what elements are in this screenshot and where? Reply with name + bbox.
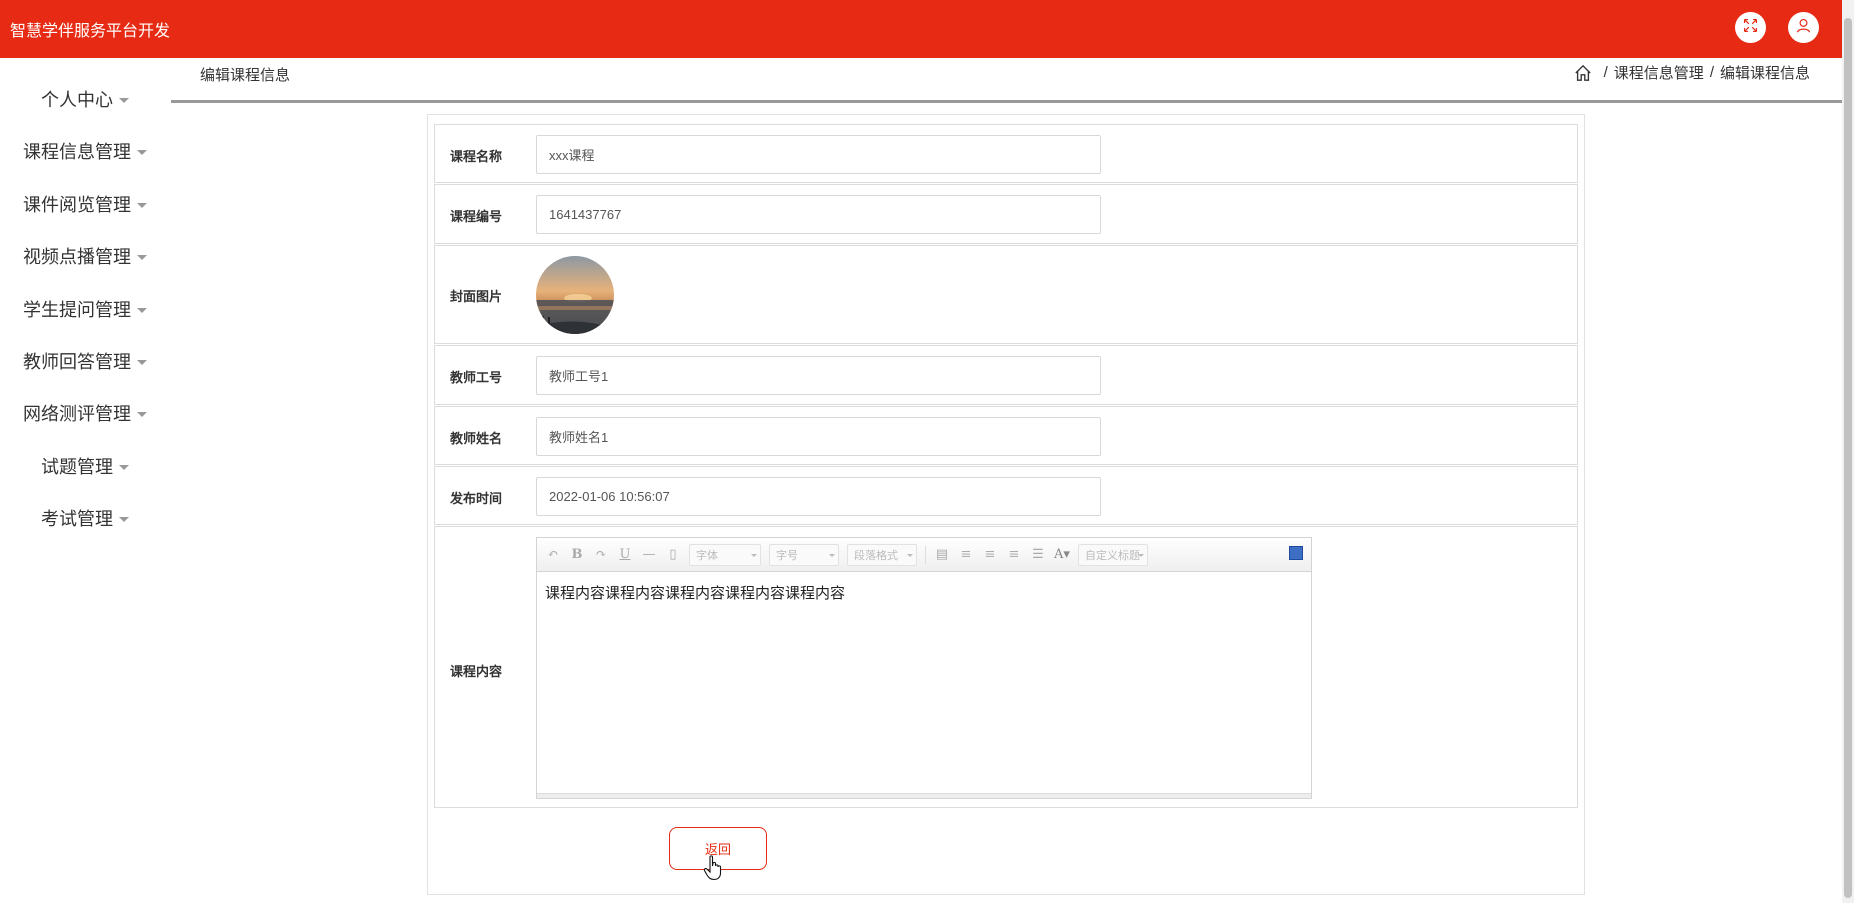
sidebar-item-label: 学生提问管理 xyxy=(23,300,131,320)
align-justify-icon[interactable]: ☰ xyxy=(1030,547,1046,562)
chevron-down-icon xyxy=(137,254,147,260)
sidebar-item-label: 教师回答管理 xyxy=(23,352,131,372)
breadcrumb-item-course-info[interactable]: 课程信息管理 xyxy=(1614,62,1704,83)
horizontal-rule-icon[interactable]: — xyxy=(641,547,657,562)
teacher-id-input[interactable] xyxy=(536,356,1101,395)
paste-icon[interactable]: ▯ xyxy=(665,547,681,562)
sidebar-item-video[interactable]: 视频点播管理 xyxy=(0,236,170,276)
teacher-id-label: 教师工号 xyxy=(450,370,503,385)
chevron-down-icon xyxy=(137,411,147,417)
course-edit-form: 课程名称 课程编号 封面图片 xyxy=(427,114,1585,895)
sidebar-item-label: 课件阅览管理 xyxy=(23,195,131,215)
table-icon[interactable]: ▤ xyxy=(934,547,950,562)
form-row-course-name: 课程名称 xyxy=(434,124,1578,183)
toolbar-divider xyxy=(925,545,926,564)
font-color-icon[interactable]: A▾ xyxy=(1054,547,1070,562)
sidebar-item-teacher-answers[interactable]: 教师回答管理 xyxy=(0,341,170,381)
cover-image[interactable] xyxy=(536,256,614,334)
form-row-teacher-name: 教师姓名 xyxy=(434,406,1578,465)
font-family-label: 字体 xyxy=(696,549,718,562)
sidebar-item-exams[interactable]: 考试管理 xyxy=(0,498,170,538)
sidebar-item-student-questions[interactable]: 学生提问管理 xyxy=(0,289,170,329)
editor-status-bar xyxy=(537,793,1311,798)
sidebar-item-label: 试题管理 xyxy=(41,457,113,477)
publish-time-label: 发布时间 xyxy=(450,491,503,506)
scrollbar-thumb[interactable] xyxy=(1844,18,1852,898)
app-title: 智慧学伴服务平台开发 xyxy=(10,23,171,40)
sidebar-item-label: 视频点播管理 xyxy=(23,247,131,267)
breadcrumb: / 课程信息管理 / 编辑课程信息 xyxy=(1574,62,1810,83)
home-icon[interactable] xyxy=(1574,64,1592,82)
page-title: 编辑课程信息 xyxy=(200,67,291,84)
custom-title-select[interactable]: 自定义标题 xyxy=(1078,543,1148,566)
underline-icon[interactable]: U xyxy=(617,547,633,562)
chevron-down-icon xyxy=(119,97,129,103)
bold-icon[interactable]: B xyxy=(569,547,585,562)
editor-toolbar: ↶ B ↷ U — ▯ 字体 字号 段落格式 ▤ ≡ ≡ ≡ ☰ A▾ 自定义标… xyxy=(537,538,1311,572)
course-name-input[interactable] xyxy=(536,135,1101,174)
form-row-course-code: 课程编号 xyxy=(434,184,1578,244)
paragraph-format-select[interactable]: 段落格式 xyxy=(847,543,917,566)
fullscreen-icon[interactable] xyxy=(1289,546,1303,560)
user-icon xyxy=(1795,17,1812,39)
sidebar-item-label: 网络测评管理 xyxy=(23,404,131,424)
sidebar-item-course-info[interactable]: 课程信息管理 xyxy=(0,131,170,171)
chevron-down-icon xyxy=(137,307,147,313)
course-code-label: 课程编号 xyxy=(450,209,503,224)
sidebar-item-courseware[interactable]: 课件阅览管理 xyxy=(0,184,170,224)
cover-label: 封面图片 xyxy=(450,289,503,304)
form-row-cover: 封面图片 xyxy=(434,245,1578,344)
breadcrumb-separator: / xyxy=(1709,64,1714,81)
fullscreen-button[interactable] xyxy=(1735,12,1766,43)
undo-icon[interactable]: ↶ xyxy=(545,547,561,562)
font-size-select[interactable]: 字号 xyxy=(769,543,839,566)
sidebar-item-label: 课程信息管理 xyxy=(23,142,131,162)
top-header: 智慧学伴服务平台开发 xyxy=(0,0,1842,58)
breadcrumb-separator: / xyxy=(1603,64,1608,81)
paragraph-format-label: 段落格式 xyxy=(854,549,898,562)
chevron-down-icon xyxy=(119,516,129,522)
user-menu-button[interactable] xyxy=(1788,12,1819,43)
page-scrollbar[interactable] xyxy=(1842,0,1854,903)
breadcrumb-item-current: 编辑课程信息 xyxy=(1719,65,1810,82)
rich-text-editor[interactable]: ↶ B ↷ U — ▯ 字体 字号 段落格式 ▤ ≡ ≡ ≡ ☰ A▾ 自定义标… xyxy=(536,537,1312,799)
align-right-icon[interactable]: ≡ xyxy=(982,547,998,562)
breadcrumb-bar: 编辑课程信息 / 课程信息管理 / 编辑课程信息 xyxy=(171,58,1842,103)
hand-cursor-icon xyxy=(703,855,725,881)
content-label: 课程内容 xyxy=(450,664,503,679)
course-code-input[interactable] xyxy=(536,195,1101,234)
align-center-icon[interactable]: ≡ xyxy=(1006,547,1022,562)
chevron-down-icon xyxy=(137,359,147,365)
align-left-icon[interactable]: ≡ xyxy=(958,547,974,562)
custom-title-label: 自定义标题 xyxy=(1085,549,1140,562)
editor-content[interactable]: 课程内容课程内容课程内容课程内容课程内容 xyxy=(545,582,845,603)
font-size-label: 字号 xyxy=(776,549,798,562)
form-row-content: 课程内容 ↶ B ↷ U — ▯ 字体 字号 段落格式 ▤ ≡ ≡ ≡ ☰ A▾… xyxy=(434,526,1578,808)
chevron-down-icon xyxy=(137,202,147,208)
chevron-down-icon xyxy=(137,149,147,155)
sidebar-item-questions[interactable]: 试题管理 xyxy=(0,446,170,486)
teacher-name-label: 教师姓名 xyxy=(450,431,503,446)
teacher-name-input[interactable] xyxy=(536,417,1101,456)
font-family-select[interactable]: 字体 xyxy=(689,543,761,566)
course-name-label: 课程名称 xyxy=(450,149,503,164)
publish-time-input[interactable] xyxy=(536,477,1101,516)
expand-icon xyxy=(1742,17,1759,39)
chevron-down-icon xyxy=(119,464,129,470)
sidebar-item-personal-center[interactable]: 个人中心 xyxy=(0,79,170,119)
sidebar-item-label: 考试管理 xyxy=(41,509,113,529)
form-row-publish-time: 发布时间 xyxy=(434,466,1578,525)
redo-icon[interactable]: ↷ xyxy=(593,547,609,562)
form-row-teacher-id: 教师工号 xyxy=(434,345,1578,405)
sidebar-item-label: 个人中心 xyxy=(41,90,113,110)
sidebar-item-online-assessment[interactable]: 网络测评管理 xyxy=(0,393,170,433)
